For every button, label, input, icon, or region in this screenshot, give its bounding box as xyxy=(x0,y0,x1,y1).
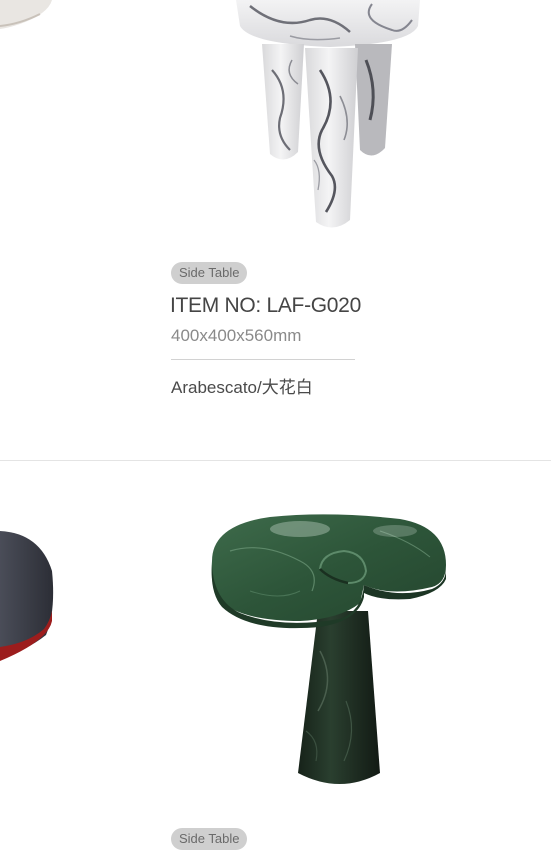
item-number: ITEM NO: LAF-G020 xyxy=(170,294,361,317)
category-tag[interactable]: Side Table xyxy=(171,262,248,284)
dimensions: 400x400x560mm xyxy=(171,326,302,345)
divider-line xyxy=(171,359,355,360)
marble-stool-image xyxy=(0,0,420,228)
product-card[interactable]: Side Table xyxy=(0,461,551,856)
product-image[interactable] xyxy=(0,461,551,811)
category-tag[interactable]: Side Table xyxy=(171,828,248,850)
material: Arabescato/大花白 xyxy=(171,378,313,397)
green-marble-table-image xyxy=(0,514,446,784)
product-image[interactable] xyxy=(0,0,551,240)
product-card[interactable]: Side Table ITEM NO: LAF-G020 400x400x560… xyxy=(0,0,551,460)
